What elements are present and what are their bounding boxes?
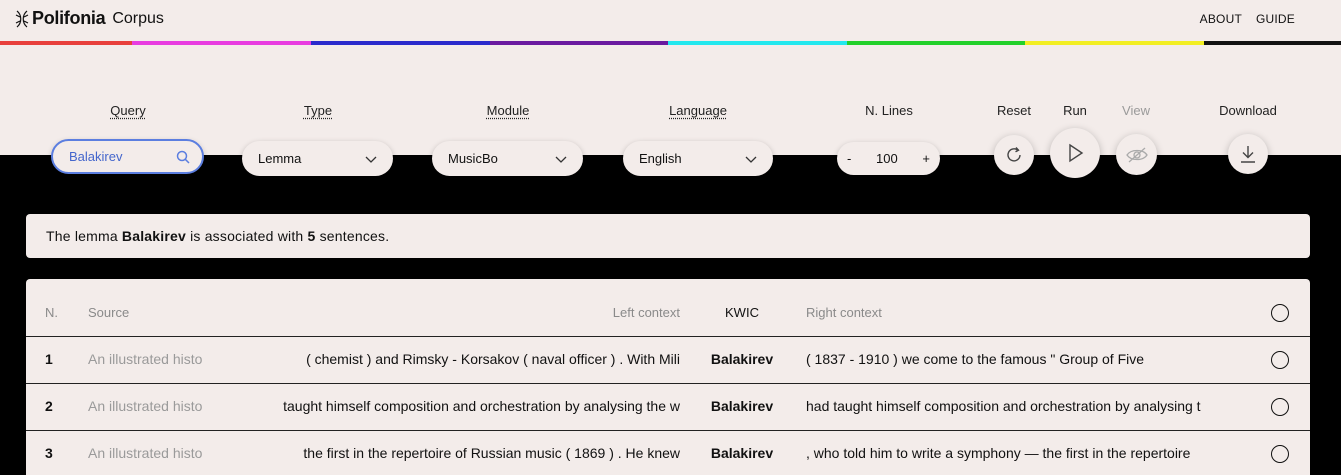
download-icon — [1241, 146, 1255, 163]
top-bar: Polifonia Corpus ABOUT GUIDE — [0, 0, 1341, 43]
summary-count: 5 — [307, 228, 316, 244]
row-left-context: taught himself composition and orchestra… — [283, 398, 680, 414]
nlines-label: N. Lines — [865, 103, 913, 118]
summary-lemma: Balakirev — [121, 228, 186, 244]
nav-guide-link[interactable]: GUIDE — [1256, 12, 1295, 26]
query-search-input[interactable]: Balakirev — [51, 139, 204, 174]
type-select[interactable]: Lemma — [242, 141, 393, 176]
row-number: 3 — [45, 445, 53, 461]
reset-button[interactable] — [994, 135, 1034, 175]
type-value: Lemma — [258, 151, 302, 166]
row-number: 2 — [45, 398, 53, 414]
top-nav: ABOUT GUIDE — [1200, 12, 1295, 26]
view-button[interactable] — [1116, 134, 1157, 175]
table-row[interactable]: 3 An illustrated histo the first in the … — [26, 430, 1310, 475]
row-select-radio[interactable] — [1271, 398, 1289, 416]
language-select[interactable]: English — [623, 141, 773, 176]
row-source[interactable]: An illustrated histo — [88, 445, 216, 461]
row-source[interactable]: An illustrated histo — [88, 398, 216, 414]
play-icon — [1069, 143, 1084, 163]
row-right-context: , who told him to write a symphony — the… — [806, 445, 1191, 461]
view-label: View — [1122, 103, 1150, 118]
header-left-context[interactable]: Left context — [226, 305, 680, 320]
module-label: Module — [486, 103, 530, 118]
decrement-button[interactable]: - — [847, 151, 851, 166]
row-source[interactable]: An illustrated histo — [88, 351, 216, 367]
row-kwic: Balakirev — [710, 351, 774, 367]
summary-text-post: sentences. — [315, 228, 390, 244]
select-all-radio[interactable] — [1271, 304, 1289, 322]
polifonia-logo-icon — [15, 10, 29, 27]
results-table: N. Source Left context KWIC Right contex… — [26, 279, 1310, 475]
query-label: Query — [110, 103, 146, 118]
run-button[interactable] — [1050, 128, 1100, 178]
module-select[interactable]: MusicBo — [432, 141, 583, 176]
header-right-context[interactable]: Right context — [806, 305, 1248, 320]
module-value: MusicBo — [448, 151, 498, 166]
row-select-radio[interactable] — [1271, 445, 1289, 463]
table-header: N. Source Left context KWIC Right contex… — [26, 279, 1310, 336]
header-source[interactable]: Source — [88, 305, 216, 320]
brand-subtitle: Corpus — [112, 9, 164, 27]
row-kwic: Balakirev — [710, 398, 774, 414]
row-right-context: had taught himself composition and orche… — [806, 398, 1201, 414]
row-kwic: Balakirev — [710, 445, 774, 461]
chevron-down-icon — [745, 156, 757, 163]
refresh-icon — [1007, 147, 1021, 162]
download-label: Download — [1219, 103, 1277, 118]
row-select-radio[interactable] — [1271, 351, 1289, 369]
reset-label: Reset — [997, 103, 1031, 118]
language-value: English — [639, 151, 682, 166]
header-n: N. — [45, 305, 58, 320]
results-summary: The lemma Balakirev is associated with 5… — [26, 214, 1310, 258]
chevron-down-icon — [365, 156, 377, 163]
type-label: Type — [303, 103, 333, 118]
query-value[interactable]: Balakirev — [53, 149, 176, 164]
brand[interactable]: Polifonia Corpus — [14, 8, 164, 29]
summary-text-mid: is associated with — [186, 228, 308, 244]
brand-name: Polifonia — [32, 8, 106, 28]
row-number: 1 — [45, 351, 53, 367]
header-kwic[interactable]: KWIC — [686, 305, 798, 320]
nav-about-link[interactable]: ABOUT — [1200, 12, 1242, 26]
nlines-value[interactable]: 100 — [876, 151, 898, 166]
nlines-stepper[interactable]: - 100 + — [837, 142, 940, 175]
summary-text-pre: The lemma — [46, 228, 122, 244]
download-button[interactable] — [1228, 134, 1268, 174]
increment-button[interactable]: + — [922, 151, 930, 166]
chevron-down-icon — [555, 156, 567, 163]
row-left-context: ( chemist ) and Rimsky - Korsakov ( nava… — [306, 351, 680, 367]
row-left-context: the first in the repertoire of Russian m… — [303, 445, 680, 461]
table-row[interactable]: 1 An illustrated histo ( chemist ) and R… — [26, 336, 1310, 383]
search-icon[interactable] — [176, 150, 190, 164]
run-label: Run — [1063, 103, 1087, 118]
language-label: Language — [669, 103, 727, 118]
table-row[interactable]: 2 An illustrated histo taught himself co… — [26, 383, 1310, 430]
row-right-context: ( 1837 - 1910 ) we come to the famous " … — [806, 351, 1145, 367]
eye-off-icon — [1125, 147, 1148, 162]
